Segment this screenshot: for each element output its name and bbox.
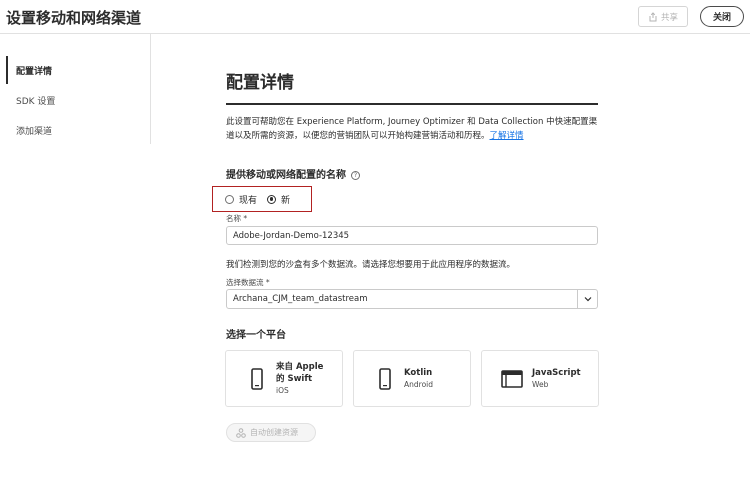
radio-existing-label: 现有 — [239, 195, 258, 206]
platform-title: Kotlin — [404, 368, 433, 378]
platform-subtitle: Web — [532, 380, 549, 389]
name-label-text: 名称 — [226, 214, 241, 223]
datastream-select[interactable]: Archana_CJM_team_datastream — [226, 289, 598, 309]
browser-icon — [501, 370, 523, 388]
share-button[interactable]: 共享 — [638, 6, 688, 27]
sidebar-item-configuration-details[interactable]: 配置详情 — [6, 56, 146, 84]
phone-icon — [251, 368, 263, 390]
radio-existing[interactable]: 现有 — [225, 193, 257, 206]
name-input[interactable]: Adobe-Jordan-Demo-12345 — [226, 226, 598, 245]
help-icon[interactable]: ? — [351, 171, 360, 180]
sidebar-item-add-channel[interactable]: 添加渠道 — [6, 116, 146, 144]
platform-subtitle: iOS — [276, 386, 289, 395]
required-asterisk: * — [243, 214, 248, 223]
page-title: 配置详情 — [226, 73, 294, 93]
sidebar-divider — [150, 34, 151, 144]
radio-circle-checked — [267, 194, 277, 204]
auto-create-resources-button[interactable]: 自动创建资源 — [226, 423, 316, 442]
datastream-dropdown-button[interactable] — [577, 290, 597, 308]
share-label: 共享 — [660, 12, 678, 23]
close-button[interactable]: 关闭 — [700, 6, 744, 27]
platform-card-kotlin[interactable]: Kotlin Android — [353, 350, 471, 407]
platform-section-heading: 选择一个平台 — [226, 330, 286, 341]
chevron-down-icon — [584, 297, 591, 302]
auto-create-label: 自动创建资源 — [250, 428, 298, 437]
name-section-heading: 提供移动或网络配置的名称? — [226, 166, 360, 181]
sidebar-item-sdk-settings[interactable]: SDK 设置 — [6, 86, 146, 114]
config-type-radio-group: 现有 新 — [212, 186, 312, 212]
name-field-label: 名称 * — [226, 213, 247, 224]
datastream-label-text: 选择数据流 — [226, 278, 264, 287]
required-asterisk: * — [265, 278, 270, 287]
radio-new[interactable]: 新 — [267, 193, 290, 206]
nodes-icon — [236, 427, 246, 438]
platform-title: JavaScript — [532, 368, 581, 378]
datastream-field-label: 选择数据流 * — [226, 277, 270, 288]
datastream-select-value: Archana_CJM_team_datastream — [233, 294, 368, 304]
share-icon — [649, 11, 657, 21]
intro-body: 此设置可帮助您在 Experience Platform, Journey Op… — [226, 117, 598, 141]
window-title: 设置移动和网络渠道 — [6, 9, 142, 27]
phone-icon — [379, 368, 391, 390]
datastream-note: 我们检测到您的沙盒有多个数据流。请选择您想要用于此应用程序的数据流。 — [226, 260, 516, 270]
platform-subtitle: Android — [404, 380, 433, 389]
platform-card-swift[interactable]: 来自 Apple 的 Swift iOS — [225, 350, 343, 407]
learn-more-link[interactable]: 了解详情 — [490, 131, 524, 141]
platform-card-javascript[interactable]: JavaScript Web — [481, 350, 599, 407]
title-divider — [226, 103, 598, 105]
radio-new-label: 新 — [281, 195, 291, 206]
platform-title: 来自 Apple 的 Swift — [276, 362, 324, 384]
name-section-title: 提供移动或网络配置的名称 — [226, 170, 346, 181]
intro-text: 此设置可帮助您在 Experience Platform, Journey Op… — [226, 115, 602, 143]
radio-circle-unchecked — [225, 194, 234, 204]
top-bar: 设置移动和网络渠道 共享 关闭 — [0, 0, 750, 34]
